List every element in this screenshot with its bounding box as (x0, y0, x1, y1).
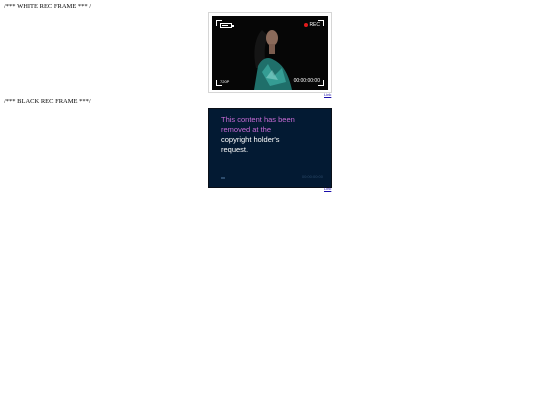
removed-message-line-1: This content has been (221, 115, 295, 124)
black-rec-frame-heading: /*** BLACK REC FRAME ***/ (4, 98, 91, 105)
camera-viewfinder-photo: REC 720P 00:00:00:00 (212, 16, 328, 90)
white-frame-link[interactable]: Link (324, 92, 331, 97)
removed-message-line-2: removed at the (221, 125, 272, 134)
black-frame-timecode: 00:00:00:00 (301, 174, 323, 179)
rec-indicator: REC (304, 22, 320, 28)
rec-dot-icon (304, 23, 309, 27)
white-rec-frame: REC 720P 00:00:00:00 (208, 12, 332, 93)
rec-label: REC (309, 22, 320, 28)
white-rec-frame-heading: /*** WHITE REC FRAME *** / (4, 3, 92, 10)
battery-icon (220, 23, 234, 28)
viewfinder-mark (221, 177, 225, 179)
black-frame-link[interactable]: Link (324, 186, 331, 191)
removed-message-line-4: request. (221, 145, 249, 154)
black-rec-frame: This content has been removed at the cop… (208, 108, 332, 188)
removed-message-line-3: copyright holder's (221, 135, 280, 144)
content-removed-message: This content has been removed at the cop… (221, 115, 321, 155)
resolution-label: 720P (220, 79, 230, 84)
timecode: 00:00:00:00 (293, 78, 320, 84)
